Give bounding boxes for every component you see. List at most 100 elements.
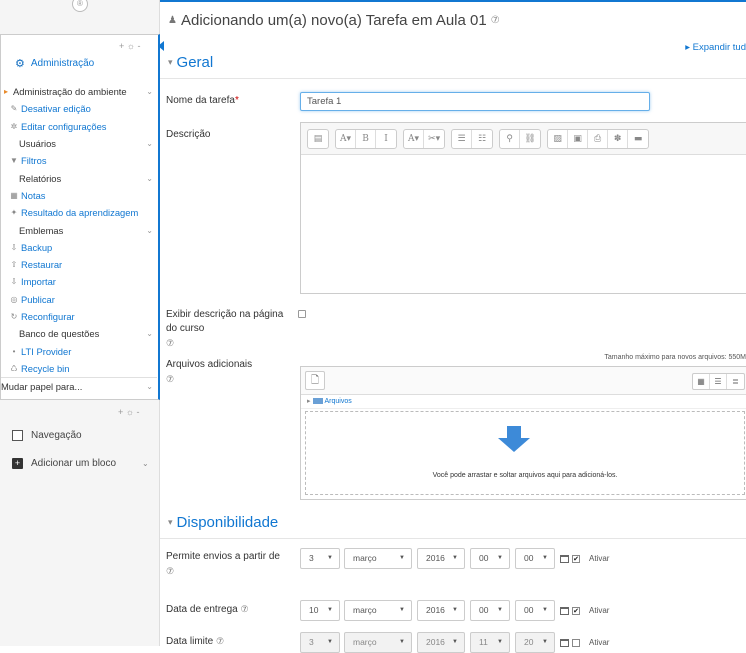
sidebar-item[interactable]: Relatórios ⌄ — [1, 169, 157, 186]
sidebar-item[interactable]: Mudar papel para... ⌄ — [1, 377, 157, 394]
editor-button[interactable]: A▾ — [404, 129, 425, 148]
help-icon[interactable]: ⑦ — [241, 604, 249, 614]
editor-button[interactable]: ⚲ — [500, 129, 521, 148]
lower-block-controls-icon[interactable]: + ☼ - — [118, 407, 140, 417]
section-availability-header[interactable]: ▾ Disponibilidade — [168, 514, 278, 531]
dropdown-arrow-icon: ▼ — [497, 555, 503, 561]
editor-button[interactable]: ▬ — [628, 130, 648, 148]
section-geral-header[interactable]: ▾ Geral — [168, 54, 213, 71]
editor-button[interactable]: ▣ — [568, 129, 589, 148]
tree-view-icon[interactable]: ≣ — [727, 374, 744, 389]
sidebar-item-label: LTI Provider — [21, 345, 72, 357]
expand-all-link[interactable]: ▸ Expandir tud — [685, 42, 746, 53]
list-view-icon[interactable]: ☰ — [710, 374, 727, 389]
editor-button[interactable]: I — [376, 130, 396, 148]
calendar-icon[interactable] — [560, 554, 569, 563]
date-month-select[interactable]: março ▼ — [344, 600, 412, 621]
date-year-select[interactable]: 2016 ▼ — [417, 600, 465, 621]
cutoff-date-text: Data limite — [166, 636, 214, 647]
sidebar-item[interactable]: ⇩ Backup — [1, 239, 157, 256]
editor-button[interactable]: ⎙ — [588, 129, 609, 148]
description-editor[interactable]: ▤ A▾ B I A▾ ✂▾ ☰ ☷ ⚲ ⛓ ▨ ▣ ⎙ ✽ ▬ — [300, 122, 746, 294]
sidebar-item-label: Desativar edição — [21, 103, 91, 115]
date-year-select[interactable]: 2016 ▼ — [417, 632, 465, 653]
administration-header[interactable]: ⚙ Administração — [15, 57, 94, 70]
editor-button[interactable]: ☰ — [452, 129, 473, 148]
chevron-down-icon[interactable]: ⌄ — [146, 226, 153, 235]
editor-button[interactable]: B — [356, 129, 377, 148]
help-icon[interactable]: ⑦ — [166, 374, 174, 384]
date-hour-select[interactable]: 11 ▼ — [470, 632, 510, 653]
show-description-checkbox[interactable] — [298, 310, 306, 318]
sidebar-item[interactable]: ▼ Filtros — [1, 152, 157, 169]
administration-tree: ▸ Administração do ambiente ⌄ ✎ Desativar ed… — [1, 83, 157, 394]
enable-checkbox[interactable]: ✔ — [572, 606, 580, 615]
date-month-select[interactable]: março ▼ — [344, 548, 412, 569]
sidebar-item[interactable]: ✦ Resultado da aprendizagem — [1, 204, 157, 221]
sidebar-item[interactable]: ♺ Recycle bin — [1, 360, 157, 377]
help-icon[interactable]: ⑦ — [216, 636, 224, 646]
date-min-select[interactable]: 00 ▼ — [515, 548, 555, 569]
editor-button[interactable]: ✂▾ — [424, 130, 444, 148]
enable-checkbox[interactable] — [572, 638, 580, 647]
document-icon — [12, 430, 23, 441]
icons-view-icon[interactable]: ▦ — [693, 374, 710, 389]
editor-button[interactable]: ▤ — [308, 130, 328, 148]
select-value: 00 — [479, 605, 489, 615]
section-availability-title: Disponibilidade — [176, 514, 279, 531]
date-min-select[interactable]: 20 ▼ — [515, 632, 555, 653]
sidebar-item[interactable]: Banco de questões ⌄ — [1, 325, 157, 342]
editor-button[interactable]: A▾ — [336, 129, 357, 148]
add-block[interactable]: + Adicionar um bloco ⌄ — [12, 458, 149, 469]
sidebar-item[interactable]: Emblemas ⌄ — [1, 221, 157, 238]
sidebar-item[interactable]: ▦ Notas — [1, 187, 157, 204]
calendar-icon[interactable] — [560, 606, 569, 615]
chevron-down-icon[interactable]: ⌄ — [146, 139, 153, 148]
editor-button[interactable]: ✽ — [608, 129, 629, 148]
editor-button[interactable]: ⛓ — [520, 130, 540, 148]
sidebar-item[interactable]: ▸ Administração do ambiente ⌄ — [1, 83, 157, 100]
sidebar-item[interactable]: ⇧ Restaurar — [1, 256, 157, 273]
date-hour-select[interactable]: 00 ▼ — [470, 548, 510, 569]
sidebar-item-label: Relatórios — [19, 172, 62, 184]
file-path[interactable]: ▸ Arquivos — [301, 395, 746, 409]
block-controls-icon[interactable]: + ☼ - — [119, 41, 141, 51]
enable-checkbox[interactable]: ✔ — [572, 554, 580, 563]
allow-submissions-label: Permite envios a partir de ⑦ — [166, 550, 286, 579]
navigation-block[interactable]: Navegação — [12, 430, 82, 441]
calendar-icon[interactable] — [560, 638, 569, 647]
help-icon[interactable]: ⑦ — [166, 338, 174, 348]
sidebar-item[interactable]: • LTI Provider — [1, 342, 157, 359]
drop-zone[interactable]: Você pode arrastar e soltar arquivos aqu… — [305, 411, 745, 495]
editor-button[interactable]: ▨ — [548, 129, 569, 148]
sidebar-item[interactable]: Usuários ⌄ — [1, 135, 157, 152]
task-name-input[interactable]: Tarefa 1 — [300, 92, 650, 111]
add-file-button[interactable]: 🗋 — [305, 371, 325, 390]
date-day-select[interactable]: 3 ▼ — [300, 632, 340, 653]
sidebar-item[interactable]: ✎ Desativar edição — [1, 100, 157, 117]
editor-toolbar: ▤ A▾ B I A▾ ✂▾ ☰ ☷ ⚲ ⛓ ▨ ▣ ⎙ ✽ ▬ — [301, 123, 746, 155]
date-day-select[interactable]: 10 ▼ — [300, 600, 340, 621]
chevron-down-icon[interactable]: ⌄ — [142, 459, 149, 468]
date-year-select[interactable]: 2016 ▼ — [417, 548, 465, 569]
editor-button[interactable]: ☷ — [472, 130, 492, 148]
date-hour-select[interactable]: 00 ▼ — [470, 600, 510, 621]
date-min-select[interactable]: 00 ▼ — [515, 600, 555, 621]
sidebar-item[interactable]: ↻ Reconfigurar — [1, 308, 157, 325]
sidebar-item[interactable]: ◎ Publicar — [1, 291, 157, 308]
chevron-down-icon[interactable]: ⌄ — [146, 174, 153, 183]
dropdown-arrow-icon: ▼ — [497, 639, 503, 645]
dropdown-arrow-icon: ▼ — [327, 639, 333, 645]
sidebar-item[interactable]: ✲ Editar configurações — [1, 118, 157, 135]
chevron-down-icon[interactable]: ⌄ — [146, 329, 153, 338]
chevron-down-icon[interactable]: ⌄ — [146, 87, 153, 96]
dock-icon[interactable]: ® — [72, 0, 88, 12]
sidebar-item[interactable]: ⇩ Importar — [1, 273, 157, 290]
section-geral-title: Geral — [176, 54, 214, 71]
date-month-select[interactable]: março ▼ — [344, 632, 412, 653]
help-icon[interactable]: ⑦ — [491, 15, 500, 26]
chevron-down-icon[interactable]: ⌄ — [146, 382, 153, 391]
date-day-select[interactable]: 3 ▼ — [300, 548, 340, 569]
required-mark: * — [234, 95, 239, 106]
help-icon[interactable]: ⑦ — [166, 566, 174, 576]
